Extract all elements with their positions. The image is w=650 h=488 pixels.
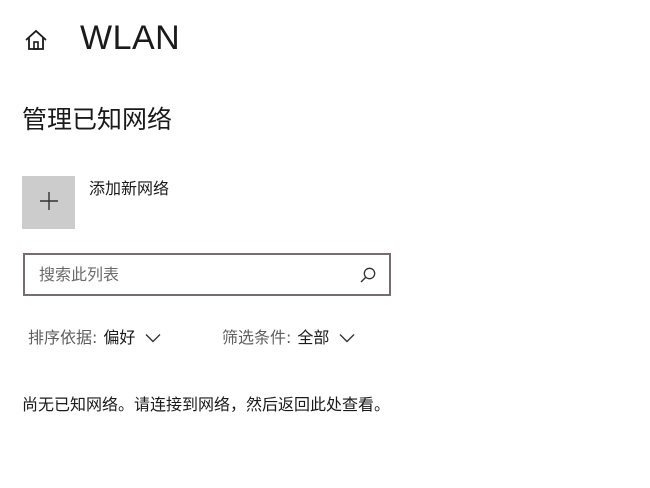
- page-title: WLAN: [80, 19, 181, 57]
- search-input[interactable]: [25, 255, 353, 294]
- empty-state-message: 尚无已知网络。请连接到网络，然后返回此处查看。: [22, 395, 391, 414]
- home-button[interactable]: [20, 24, 52, 56]
- section-heading: 管理已知网络: [22, 105, 173, 134]
- plus-icon: [39, 191, 59, 215]
- home-icon: [24, 29, 48, 51]
- filter-label: 筛选条件:: [222, 328, 292, 347]
- sort-dropdown[interactable]: 排序依据: 偏好: [28, 326, 161, 350]
- search-icon[interactable]: [353, 255, 383, 294]
- search-box[interactable]: [23, 253, 391, 296]
- filter-dropdown[interactable]: 筛选条件: 全部: [222, 326, 355, 350]
- add-network-tile[interactable]: [22, 176, 75, 229]
- sort-value[interactable]: 偏好: [103, 326, 135, 350]
- filter-value[interactable]: 全部: [297, 326, 329, 350]
- sort-label: 排序依据:: [28, 328, 98, 347]
- add-network-button[interactable]: 添加新网络: [22, 176, 169, 229]
- add-network-label[interactable]: 添加新网络: [89, 178, 169, 200]
- chevron-down-icon[interactable]: [339, 333, 355, 343]
- chevron-down-icon[interactable]: [145, 333, 161, 343]
